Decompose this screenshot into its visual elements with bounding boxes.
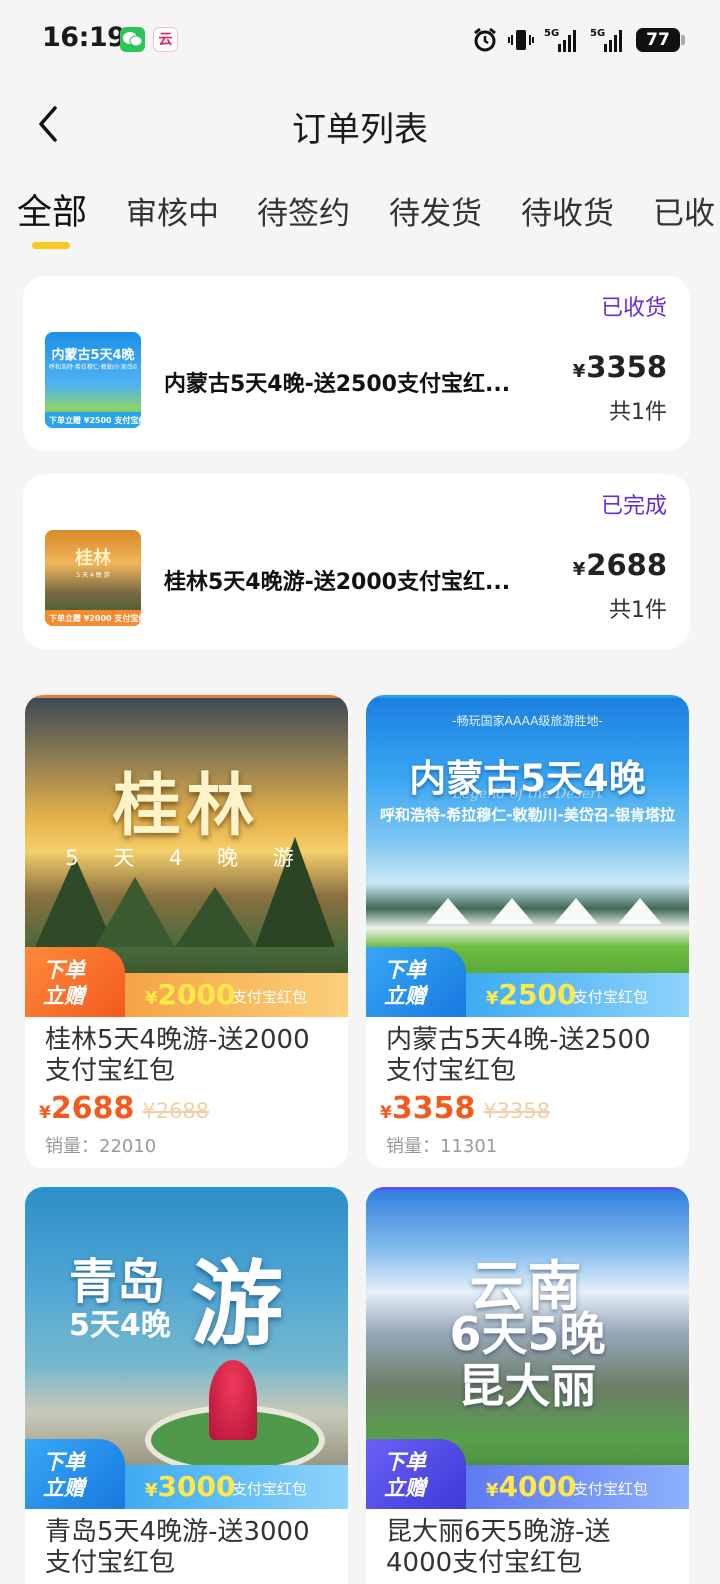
status-bar: 16:19 云 5G 5G 77 xyxy=(0,0,720,80)
currency-symbol: ¥ xyxy=(572,361,586,382)
svg-text:5G: 5G xyxy=(544,28,559,39)
product-card[interactable]: 桂林 5 天 4 晚 游 下单 立赠 ¥2000 支付宝红包 桂林5天4晚游-送2… xyxy=(25,695,348,1168)
original-price: ¥3358 xyxy=(483,1099,551,1123)
promo-banner: 下单 立赠 ¥4000 支付宝红包 xyxy=(366,1439,689,1509)
tab-pending-ship[interactable]: 待发货 xyxy=(389,188,482,233)
thumb-title: 桂林 xyxy=(75,548,111,569)
currency-symbol: ¥ xyxy=(39,1103,51,1123)
signal-5g-icon-2: 5G xyxy=(590,28,622,52)
image-subtitle: 5 天 4 晚 游 xyxy=(65,846,308,870)
thumb-title: 内蒙古5天4晚 xyxy=(51,348,135,363)
thumb-footer-text: 下单立赠 ¥2500 支付宝红包 xyxy=(49,416,141,425)
status-time: 16:19 xyxy=(42,22,126,53)
original-price: ¥2688 xyxy=(142,1099,210,1123)
order-price-value: 3358 xyxy=(586,350,667,384)
yurts-illustration xyxy=(426,898,662,924)
promo-suffix: 支付宝红包 xyxy=(573,1480,649,1498)
product-image: 青岛 游 5天4晚 下单 立赠 ¥3000 支付宝红包 xyxy=(25,1187,348,1509)
promo-label: 下单 立赠 xyxy=(25,1439,125,1509)
image-script-text: Legend of the Desert xyxy=(452,786,603,802)
promo-label: 下单 立赠 xyxy=(25,947,125,1017)
price-row: ¥2688 ¥2688 xyxy=(25,1089,348,1126)
thumb-footer-text: 下单立赠 ¥2000 支付宝红包 xyxy=(49,614,141,623)
product-image: -畅玩国家AAAA级旅游胜地- 内蒙古5天4晚 Legend of the De… xyxy=(366,695,689,1017)
price-row: ¥3358 ¥3358 xyxy=(366,1089,689,1126)
current-price: 3358 xyxy=(391,1091,476,1126)
product-name: 青岛5天4晚游-送3000支付宝红包 xyxy=(45,1517,310,1578)
order-product-name: 桂林5天4晚游-送2000支付宝红... xyxy=(164,570,511,595)
image-title: 桂林 xyxy=(112,766,261,846)
currency-symbol: ¥ xyxy=(380,1103,392,1123)
order-price: ¥2688 xyxy=(573,548,667,582)
battery-icon: 77 xyxy=(636,28,685,52)
order-price: ¥3358 xyxy=(573,350,667,384)
promo-amount: ¥2000 xyxy=(145,978,236,1011)
order-card[interactable]: 已完成 桂林 5 天 4 晚 游 下单立赠 ¥2000 支付宝红包 桂林5天4晚… xyxy=(23,474,690,649)
promo-banner: 下单 立赠 ¥2000 支付宝红包 xyxy=(25,947,348,1017)
vibrate-icon xyxy=(508,30,534,50)
status-icons: 5G 5G 77 xyxy=(472,24,685,56)
product-name: 昆大丽6天5晚游-送4000支付宝红包 xyxy=(386,1517,611,1578)
current-price: 2688 xyxy=(50,1091,135,1126)
promo-label: 下单 立赠 xyxy=(366,1439,466,1509)
image-subtitle-2: 昆大丽 xyxy=(458,1359,597,1413)
order-product-name: 内蒙古5天4晚-送2500支付宝红... xyxy=(164,372,511,397)
tab-all[interactable]: 全部 xyxy=(17,184,87,235)
product-image: 桂林 5 天 4 晚 游 下单 立赠 ¥2000 支付宝红包 xyxy=(25,695,348,1017)
page-title: 订单列表 xyxy=(292,110,428,150)
promo-banner: 下单 立赠 ¥2500 支付宝红包 xyxy=(366,947,689,1017)
tab-received[interactable]: 已收 xyxy=(653,188,715,233)
promo-amount: ¥2500 xyxy=(486,978,577,1011)
page-header: 订单列表 xyxy=(0,86,720,162)
svg-text:5G: 5G xyxy=(590,28,605,39)
tab-pending-sign[interactable]: 待签约 xyxy=(257,188,350,233)
promo-amount: ¥3000 xyxy=(145,1470,236,1503)
product-name: 内蒙古5天4晚-送2500支付宝红包 xyxy=(386,1025,651,1086)
wechat-icon xyxy=(120,27,145,52)
order-card[interactable]: 已收货 内蒙古5天4晚 呼和浩特·希拉穆仁·敕勒川·美岱召·银肯塔拉 下单立赠 … xyxy=(23,276,690,451)
order-status-tabs: 全部 审核中 待签约 待发货 待收货 已收 xyxy=(0,180,720,260)
tab-under-review[interactable]: 审核中 xyxy=(126,188,219,233)
order-price-value: 2688 xyxy=(586,548,667,582)
promo-suffix: 支付宝红包 xyxy=(232,988,308,1006)
thumb-subtitle: 呼和浩特·希拉穆仁·敕勒川·美岱召·银肯塔拉 xyxy=(49,364,137,371)
tab-active-indicator xyxy=(32,242,70,249)
cloud-app-icon: 云 xyxy=(153,27,178,52)
promo-label: 下单 立赠 xyxy=(366,947,466,1017)
signal-5g-icon: 5G xyxy=(544,28,576,52)
order-status: 已完成 xyxy=(600,494,667,519)
image-subtitle: 呼和浩特-希拉穆仁-敕勒川-美岱召-银肯塔拉 xyxy=(380,806,675,824)
image-tagline: -畅玩国家AAAA级旅游胜地- xyxy=(452,714,603,728)
promo-banner: 下单 立赠 ¥3000 支付宝红包 xyxy=(25,1439,348,1509)
sales-count: 销量：22010 xyxy=(45,1136,157,1157)
product-card[interactable]: 青岛 游 5天4晚 下单 立赠 ¥3000 支付宝红包 青岛5天4晚游-送3000… xyxy=(25,1187,348,1584)
promo-amount: ¥4000 xyxy=(486,1470,577,1503)
image-subtitle: 5天4晚 xyxy=(69,1308,171,1343)
tab-pending-receive[interactable]: 待收货 xyxy=(521,188,614,233)
order-status: 已收货 xyxy=(600,296,667,321)
order-thumbnail: 桂林 5 天 4 晚 游 下单立赠 ¥2000 支付宝红包 xyxy=(45,530,141,626)
thumb-subtitle: 5 天 4 晚 游 xyxy=(76,572,110,579)
promo-suffix: 支付宝红包 xyxy=(232,1480,308,1498)
product-card[interactable]: 云南 6天5晚 昆大丽 下单 立赠 ¥4000 支付宝红包 昆大丽6天5晚游-送4… xyxy=(366,1187,689,1584)
currency-symbol: ¥ xyxy=(572,559,586,580)
sales-count: 销量：11301 xyxy=(386,1136,498,1157)
product-card[interactable]: -畅玩国家AAAA级旅游胜地- 内蒙古5天4晚 Legend of the De… xyxy=(366,695,689,1168)
order-thumbnail: 内蒙古5天4晚 呼和浩特·希拉穆仁·敕勒川·美岱召·银肯塔拉 下单立赠 ¥250… xyxy=(45,332,141,428)
image-title-char: 游 xyxy=(191,1251,284,1358)
alarm-icon xyxy=(474,27,496,52)
order-quantity: 共1件 xyxy=(609,598,667,623)
may-fourth-sculpture-illustration xyxy=(209,1360,257,1440)
thumb-footer: 下单立赠 ¥2500 支付宝红包 xyxy=(45,412,141,428)
product-image: 云南 6天5晚 昆大丽 下单 立赠 ¥4000 支付宝红包 xyxy=(366,1187,689,1509)
thumb-footer: 下单立赠 ¥2000 支付宝红包 xyxy=(45,610,141,626)
product-name: 桂林5天4晚游-送2000支付宝红包 xyxy=(45,1025,310,1086)
promo-suffix: 支付宝红包 xyxy=(573,988,649,1006)
order-quantity: 共1件 xyxy=(609,400,667,425)
